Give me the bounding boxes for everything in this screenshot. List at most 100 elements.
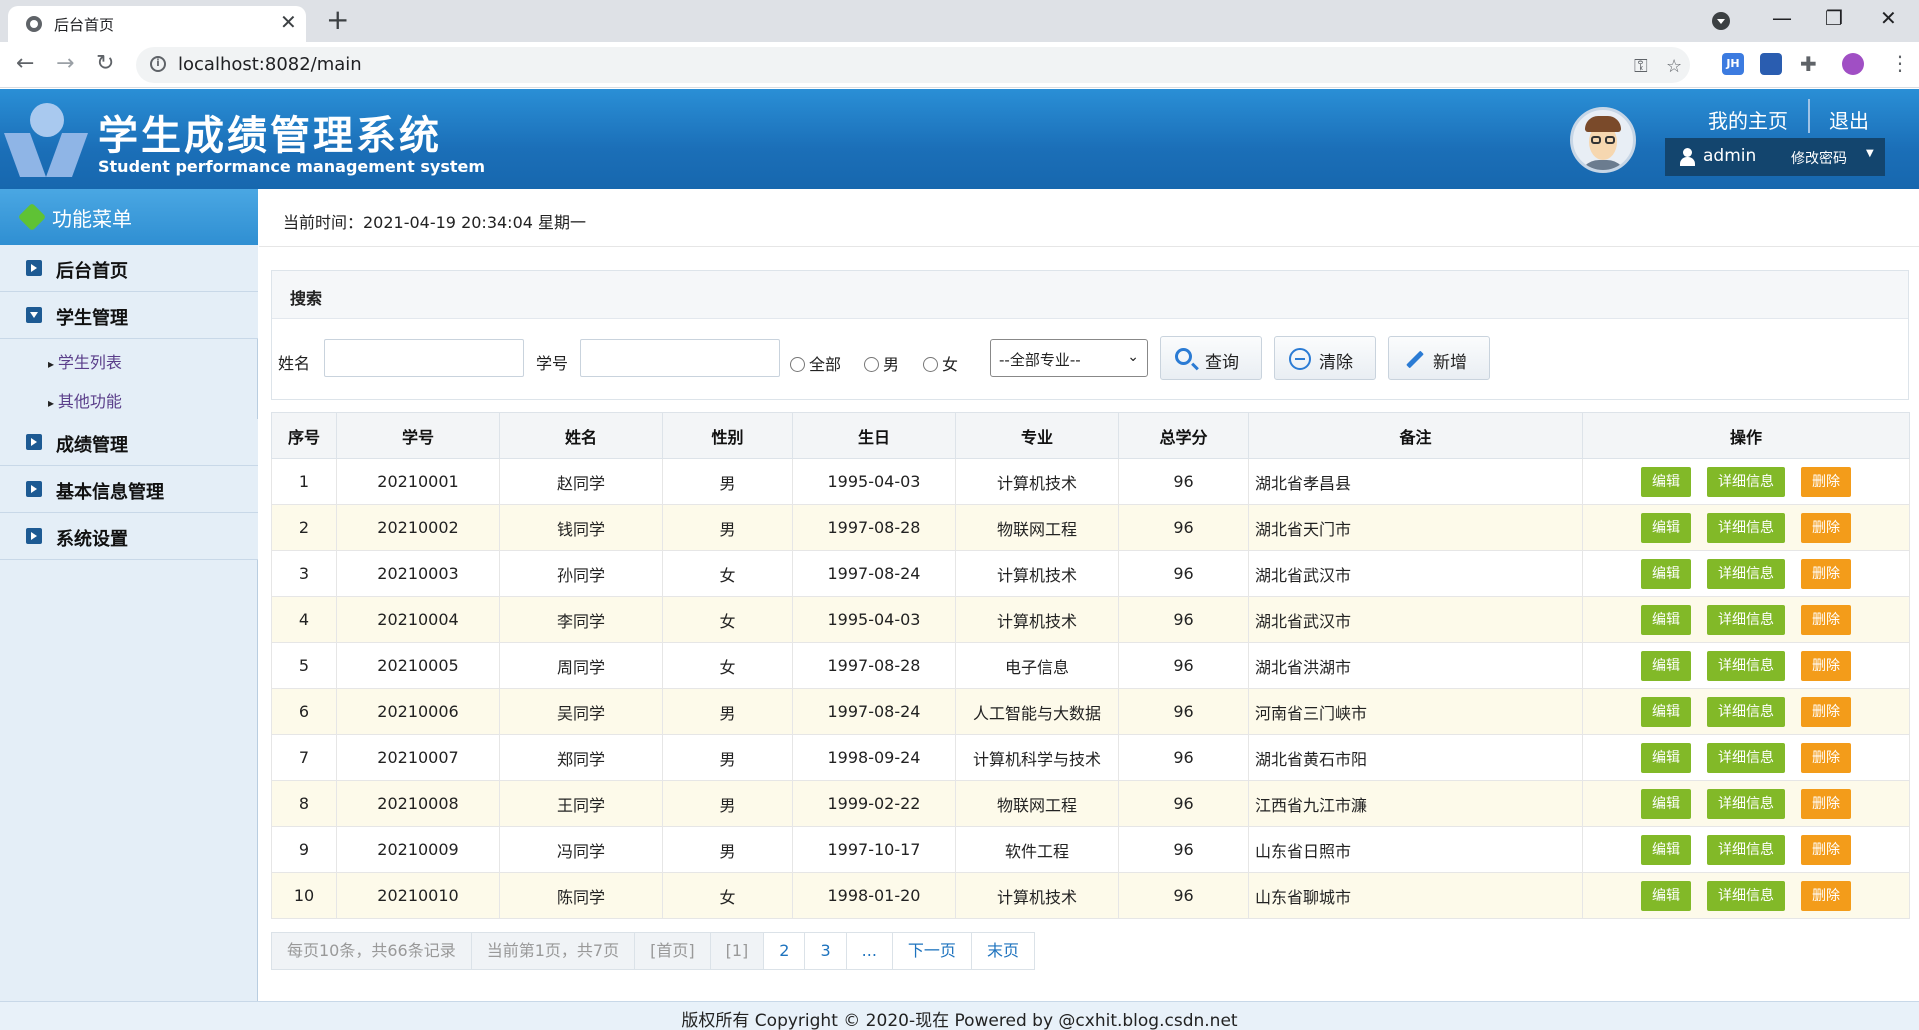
browser-tab[interactable]: 后台首页 ✕: [8, 6, 306, 42]
pager-last[interactable]: 末页: [971, 933, 1034, 969]
sidebar-subitem-other[interactable]: 其他功能: [48, 388, 122, 412]
edit-button[interactable]: 编辑: [1641, 788, 1691, 819]
sidebar-subitem-student-list[interactable]: 学生列表: [48, 349, 122, 373]
sidebar-item-label: 基本信息管理: [56, 482, 164, 503]
delete-button[interactable]: 删除: [1801, 558, 1851, 589]
edit-button[interactable]: 编辑: [1641, 604, 1691, 635]
cell-total-credits: 96: [1118, 596, 1249, 643]
delete-button[interactable]: 删除: [1801, 466, 1851, 497]
detail-button[interactable]: 详细信息: [1707, 834, 1785, 865]
restore-icon[interactable]: ❐: [1825, 6, 1843, 30]
delete-button[interactable]: 删除: [1801, 604, 1851, 635]
cell-gender: 男: [662, 826, 793, 873]
cell-total-credits: 96: [1118, 734, 1249, 781]
gender-radio-female[interactable]: 女: [923, 351, 958, 375]
cell-remark: 湖北省武汉市: [1248, 596, 1583, 643]
delete-button[interactable]: 删除: [1801, 834, 1851, 865]
edit-button[interactable]: 编辑: [1641, 834, 1691, 865]
detail-button[interactable]: 详细信息: [1707, 650, 1785, 681]
header-divider: [1808, 99, 1810, 133]
detail-button[interactable]: 详细信息: [1707, 512, 1785, 543]
sidebar-item-label: 成绩管理: [56, 435, 128, 456]
sidebar-item-grade-management[interactable]: 成绩管理: [0, 419, 258, 466]
back-icon[interactable]: ←: [16, 51, 34, 76]
arrow-right-icon: [26, 260, 42, 276]
copyright-text: 版权所有 Copyright © 2020-现在 Powered by @cxh…: [681, 1011, 1238, 1030]
pager-page-3[interactable]: 3: [805, 933, 847, 969]
user-icon: [1679, 148, 1695, 166]
edit-button[interactable]: 编辑: [1641, 512, 1691, 543]
student-table: 序号 学号 姓名 性别 生日 专业 总学分 备注 操作 1 20210001 赵同学…: [271, 412, 1910, 919]
info-icon[interactable]: i: [150, 56, 166, 72]
gender-radio-all[interactable]: 全部: [790, 351, 841, 375]
tab-search-icon[interactable]: [1712, 12, 1730, 30]
close-tab-icon[interactable]: ✕: [280, 10, 297, 34]
clear-button[interactable]: 清除: [1274, 336, 1376, 380]
detail-button[interactable]: 详细信息: [1707, 696, 1785, 727]
add-button[interactable]: 新增: [1388, 336, 1490, 380]
edit-button[interactable]: 编辑: [1641, 650, 1691, 681]
delete-button[interactable]: 删除: [1801, 696, 1851, 727]
new-tab-button[interactable]: +: [326, 4, 349, 36]
sidebar-item-home[interactable]: 后台首页: [0, 245, 258, 292]
sidebar-item-settings[interactable]: 系统设置: [0, 513, 258, 560]
detail-button[interactable]: 详细信息: [1707, 558, 1785, 589]
edit-button[interactable]: 编辑: [1641, 558, 1691, 589]
edit-button[interactable]: 编辑: [1641, 742, 1691, 773]
detail-button[interactable]: 详细信息: [1707, 880, 1785, 911]
detail-button[interactable]: 详细信息: [1707, 466, 1785, 497]
detail-button[interactable]: 详细信息: [1707, 742, 1785, 773]
sidebar-item-basic-info[interactable]: 基本信息管理: [0, 466, 258, 513]
minimize-icon[interactable]: —: [1772, 6, 1792, 30]
menu-dots-icon[interactable]: ⋮: [1890, 51, 1910, 75]
pager-next[interactable]: 下一页: [892, 933, 972, 969]
delete-button[interactable]: 删除: [1801, 512, 1851, 543]
cell-student-name: 李同学: [499, 596, 663, 643]
puzzle-icon[interactable]: ✚: [1800, 52, 1817, 76]
cell-student-id: 20210007: [336, 734, 500, 781]
student-id-label: 学号: [536, 354, 569, 373]
pager-ellipsis[interactable]: ...: [846, 933, 893, 969]
change-password-link[interactable]: 修改密码: [1791, 148, 1847, 168]
chevron-down-icon[interactable]: ▼: [1866, 148, 1874, 159]
cell-total-credits: 96: [1118, 780, 1249, 827]
cell-actions: 编辑 详细信息 删除: [1582, 688, 1910, 735]
gender-radio-male[interactable]: 男: [864, 351, 899, 375]
detail-button[interactable]: 详细信息: [1707, 788, 1785, 819]
query-button[interactable]: 查询: [1160, 336, 1262, 380]
user-menu[interactable]: admin 修改密码 ▼: [1665, 138, 1885, 176]
add-button-label: 新增: [1433, 353, 1467, 373]
table-row: 4 20210004 李同学女 1995-04-03 计算机技术 96 湖北省武汉市 编辑 详细…: [271, 596, 1910, 643]
cell-actions: 编辑 详细信息 删除: [1582, 734, 1910, 781]
major-select-value: --全部专业--: [999, 351, 1081, 369]
pagination: 每页10条，共66条记录 当前第1页，共7页 [首页] [1] 2 3 ... …: [271, 932, 1035, 970]
reload-icon[interactable]: ↻: [96, 51, 114, 76]
forward-icon[interactable]: →: [56, 51, 74, 76]
jh-extension-icon[interactable]: JH: [1722, 53, 1744, 75]
detail-button[interactable]: 详细信息: [1707, 604, 1785, 635]
close-window-icon[interactable]: ✕: [1880, 6, 1897, 30]
pager-page-2[interactable]: 2: [764, 933, 806, 969]
sidebar-item-student-management[interactable]: 学生管理: [0, 292, 258, 339]
key-icon[interactable]: ⚿: [1634, 56, 1648, 77]
cell-total-credits: 96: [1118, 688, 1249, 735]
my-home-link[interactable]: 我的主页: [1708, 105, 1788, 134]
profile-avatar-icon[interactable]: [1842, 53, 1864, 75]
major-select[interactable]: --全部专业-- ⌄: [990, 339, 1148, 377]
url-field[interactable]: i localhost:8082/main ⚿ ☆: [136, 47, 1690, 83]
edit-button[interactable]: 编辑: [1641, 696, 1691, 727]
delete-button[interactable]: 删除: [1801, 742, 1851, 773]
column-header: 专业: [955, 412, 1119, 459]
edit-button[interactable]: 编辑: [1641, 466, 1691, 497]
delete-button[interactable]: 删除: [1801, 880, 1851, 911]
student-id-input[interactable]: [580, 339, 780, 377]
cell-major: 人工智能与大数据: [955, 688, 1119, 735]
edit-button[interactable]: 编辑: [1641, 880, 1691, 911]
graduation-cap-icon[interactable]: [1760, 53, 1782, 75]
delete-button[interactable]: 删除: [1801, 788, 1851, 819]
logout-link[interactable]: 退出: [1829, 105, 1869, 134]
cell-major: 物联网工程: [955, 504, 1119, 551]
delete-button[interactable]: 删除: [1801, 650, 1851, 681]
star-icon[interactable]: ☆: [1666, 56, 1682, 77]
name-input[interactable]: [324, 339, 524, 377]
